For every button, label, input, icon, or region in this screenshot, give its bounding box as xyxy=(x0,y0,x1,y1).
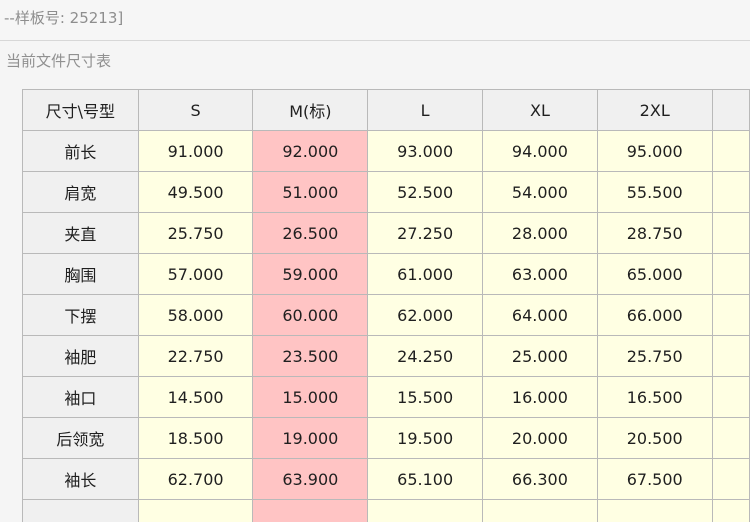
size-cell[interactable] xyxy=(138,500,253,522)
size-cell[interactable]: 57.000 xyxy=(138,254,253,295)
row-header[interactable]: 后领宽 xyxy=(23,418,139,459)
size-cell[interactable]: 22.750 xyxy=(138,336,253,377)
row-header[interactable]: 袖长 xyxy=(23,459,139,500)
size-cell[interactable]: 28.000 xyxy=(483,213,598,254)
base-size-cell[interactable]: 59.000 xyxy=(253,254,368,295)
column-header-next xyxy=(712,90,749,131)
size-cell[interactable]: 16.000 xyxy=(483,377,598,418)
corner-header: 尺寸\号型 xyxy=(23,90,139,131)
base-size-cell[interactable]: 51.000 xyxy=(253,172,368,213)
size-cell[interactable]: 62.700 xyxy=(138,459,253,500)
table-row-partial xyxy=(23,500,750,522)
size-cell[interactable]: 55.500 xyxy=(597,172,712,213)
base-size-cell[interactable]: 60.000 xyxy=(253,295,368,336)
size-cell[interactable]: 18.500 xyxy=(138,418,253,459)
size-cell[interactable]: 62.000 xyxy=(368,295,483,336)
size-cell[interactable] xyxy=(253,500,368,522)
size-cell[interactable]: 54.000 xyxy=(483,172,598,213)
size-cell[interactable]: 16.500 xyxy=(597,377,712,418)
row-header[interactable]: 胸围 xyxy=(23,254,139,295)
row-header[interactable]: 袖肥 xyxy=(23,336,139,377)
base-size-cell[interactable]: 92.000 xyxy=(253,131,368,172)
base-size-cell[interactable]: 26.500 xyxy=(253,213,368,254)
size-cell[interactable]: 24.250 xyxy=(368,336,483,377)
size-cell[interactable]: 28.750 xyxy=(597,213,712,254)
size-cell[interactable]: 67.500 xyxy=(597,459,712,500)
size-table-grid: 尺寸\号型 S M(标) L XL 2XL 前长91.00092.00093.0… xyxy=(22,89,750,522)
base-size-cell[interactable]: 63.900 xyxy=(253,459,368,500)
table-row: 袖长62.70063.90065.10066.30067.500 xyxy=(23,459,750,500)
size-cell-next[interactable] xyxy=(712,254,749,295)
row-header[interactable]: 夹直 xyxy=(23,213,139,254)
table-row: 胸围57.00059.00061.00063.00065.000 xyxy=(23,254,750,295)
row-header[interactable]: 袖口 xyxy=(23,377,139,418)
dialog-title: 当前文件尺寸表 xyxy=(6,50,111,71)
size-cell[interactable]: 25.000 xyxy=(483,336,598,377)
size-cell[interactable] xyxy=(483,500,598,522)
size-cell[interactable]: 58.000 xyxy=(138,295,253,336)
size-cell-next[interactable] xyxy=(712,377,749,418)
column-header-2xl[interactable]: 2XL xyxy=(597,90,712,131)
size-cell-next[interactable] xyxy=(712,459,749,500)
table-row: 后领宽18.50019.00019.50020.00020.500 xyxy=(23,418,750,459)
table-row: 袖口14.50015.00015.50016.00016.500 xyxy=(23,377,750,418)
row-header[interactable] xyxy=(23,500,139,522)
size-cell[interactable]: 64.000 xyxy=(483,295,598,336)
size-cell[interactable]: 20.500 xyxy=(597,418,712,459)
column-header-xl[interactable]: XL xyxy=(483,90,598,131)
size-cell[interactable] xyxy=(597,500,712,522)
column-header-s[interactable]: S xyxy=(138,90,253,131)
size-cell[interactable]: 93.000 xyxy=(368,131,483,172)
size-cell[interactable]: 49.500 xyxy=(138,172,253,213)
size-cell[interactable]: 25.750 xyxy=(597,336,712,377)
size-table: 尺寸\号型 S M(标) L XL 2XL 前长91.00092.00093.0… xyxy=(22,89,750,522)
size-cell-next[interactable] xyxy=(712,172,749,213)
size-cell[interactable]: 65.000 xyxy=(597,254,712,295)
base-size-cell[interactable]: 15.000 xyxy=(253,377,368,418)
table-row: 袖肥22.75023.50024.25025.00025.750 xyxy=(23,336,750,377)
column-header-l[interactable]: L xyxy=(368,90,483,131)
table-row: 夹直25.75026.50027.25028.00028.750 xyxy=(23,213,750,254)
size-cell[interactable]: 94.000 xyxy=(483,131,598,172)
size-cell-next[interactable] xyxy=(712,213,749,254)
size-cell[interactable]: 95.000 xyxy=(597,131,712,172)
base-size-cell[interactable]: 19.000 xyxy=(253,418,368,459)
size-cell[interactable]: 15.500 xyxy=(368,377,483,418)
size-cell[interactable] xyxy=(712,500,749,522)
size-cell[interactable]: 20.000 xyxy=(483,418,598,459)
row-header[interactable]: 前长 xyxy=(23,131,139,172)
size-cell[interactable] xyxy=(368,500,483,522)
window-title-bar: --样板号: 25213] xyxy=(0,0,750,40)
table-row: 前长91.00092.00093.00094.00095.000 xyxy=(23,131,750,172)
row-header[interactable]: 下摆 xyxy=(23,295,139,336)
size-cell[interactable]: 66.300 xyxy=(483,459,598,500)
size-cell[interactable]: 14.500 xyxy=(138,377,253,418)
base-size-cell[interactable]: 23.500 xyxy=(253,336,368,377)
column-header-m-base[interactable]: M(标) xyxy=(253,90,368,131)
header-row: 尺寸\号型 S M(标) L XL 2XL xyxy=(23,90,750,131)
row-header[interactable]: 肩宽 xyxy=(23,172,139,213)
table-row: 肩宽49.50051.00052.50054.00055.500 xyxy=(23,172,750,213)
window-title: --样板号: 25213] xyxy=(4,7,123,28)
size-cell[interactable]: 27.250 xyxy=(368,213,483,254)
size-table-dialog: 当前文件尺寸表 尺寸\号型 S M(标) L XL 2XL xyxy=(0,40,750,522)
size-cell[interactable]: 66.000 xyxy=(597,295,712,336)
size-cell[interactable]: 91.000 xyxy=(138,131,253,172)
size-cell-next[interactable] xyxy=(712,131,749,172)
size-cell-next[interactable] xyxy=(712,295,749,336)
size-cell[interactable]: 61.000 xyxy=(368,254,483,295)
size-cell[interactable]: 19.500 xyxy=(368,418,483,459)
size-cell[interactable]: 65.100 xyxy=(368,459,483,500)
size-cell[interactable]: 52.500 xyxy=(368,172,483,213)
size-cell[interactable]: 25.750 xyxy=(138,213,253,254)
table-row: 下摆58.00060.00062.00064.00066.000 xyxy=(23,295,750,336)
size-cell-next[interactable] xyxy=(712,336,749,377)
size-cell-next[interactable] xyxy=(712,418,749,459)
size-cell[interactable]: 63.000 xyxy=(483,254,598,295)
